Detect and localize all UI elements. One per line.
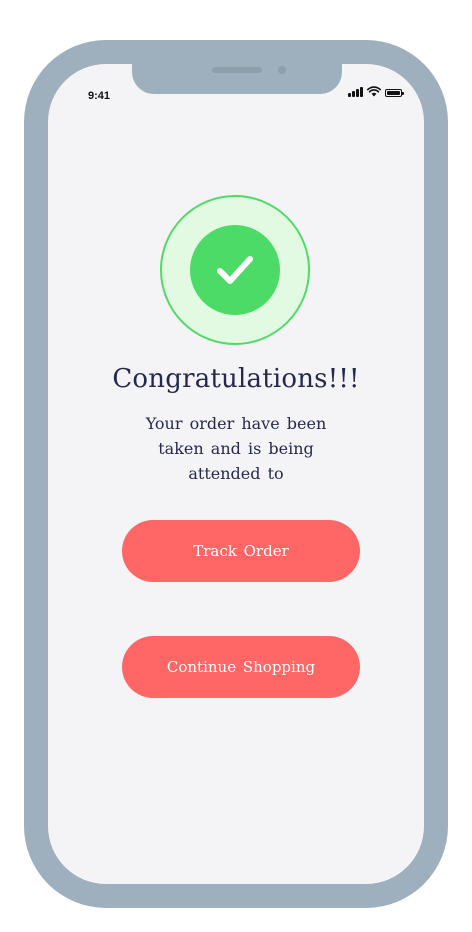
- battery-icon: [385, 89, 404, 97]
- notch: [132, 64, 342, 94]
- speaker-grille: [212, 67, 262, 73]
- screen: 9:41 Congratulations!!! Your order have …: [48, 64, 424, 884]
- status-time: 9:41: [88, 90, 111, 102]
- wifi-icon: [367, 86, 381, 97]
- front-camera: [278, 66, 286, 74]
- confirmation-message: Your order have been taken and is being …: [145, 414, 327, 483]
- track-order-button[interactable]: Track Order: [122, 520, 360, 582]
- phone-frame: 9:41 Congratulations!!! Your order have …: [24, 40, 448, 908]
- confirmation-title: Congratulations!!!: [112, 364, 360, 394]
- success-badge-inner: [190, 225, 280, 315]
- success-badge: [160, 195, 310, 345]
- continue-shopping-button[interactable]: Continue Shopping: [122, 636, 360, 698]
- checkmark-icon: [217, 256, 253, 284]
- status-icons: [348, 83, 404, 97]
- signal-icon: [348, 87, 363, 97]
